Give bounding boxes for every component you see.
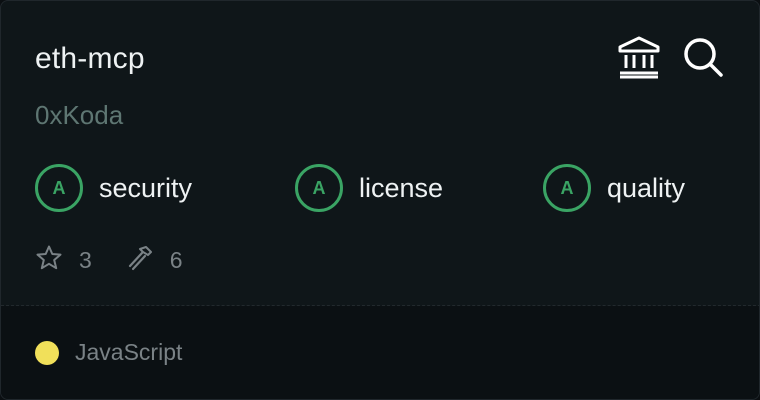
language-color-dot [35,340,59,365]
score-label: security [99,172,193,203]
repo-card[interactable]: eth-mcp 0xKoda A security A license A qu… [0,0,760,400]
score-list: A security A license A quality [35,164,735,212]
language-indicator: JavaScript [35,339,182,366]
language-name: JavaScript [75,339,183,365]
bank-icon [617,35,661,84]
repo-owner[interactable]: 0xKoda [35,97,123,133]
score-label: quality [607,172,686,203]
score-security[interactable]: A security [35,164,192,212]
repo-name[interactable]: eth-mcp [35,39,145,79]
grade-badge: A [295,164,343,212]
tools-stat[interactable]: 6 [126,244,183,277]
score-quality[interactable]: A quality [543,164,685,212]
star-icon [35,244,63,277]
bank-button[interactable] [617,35,661,84]
repo-stats: 3 6 [35,243,217,277]
card-footer: JavaScript [1,306,759,399]
score-license[interactable]: A license [295,164,443,212]
stars-stat[interactable]: 3 [35,244,92,277]
tools-count: 6 [169,246,183,273]
score-label: license [359,172,444,203]
search-icon [681,35,725,84]
grade-badge: A [35,164,83,212]
grade-badge: A [543,164,591,212]
search-button[interactable] [681,37,725,81]
stars-count: 3 [79,246,92,273]
hammer-icon [126,244,154,277]
